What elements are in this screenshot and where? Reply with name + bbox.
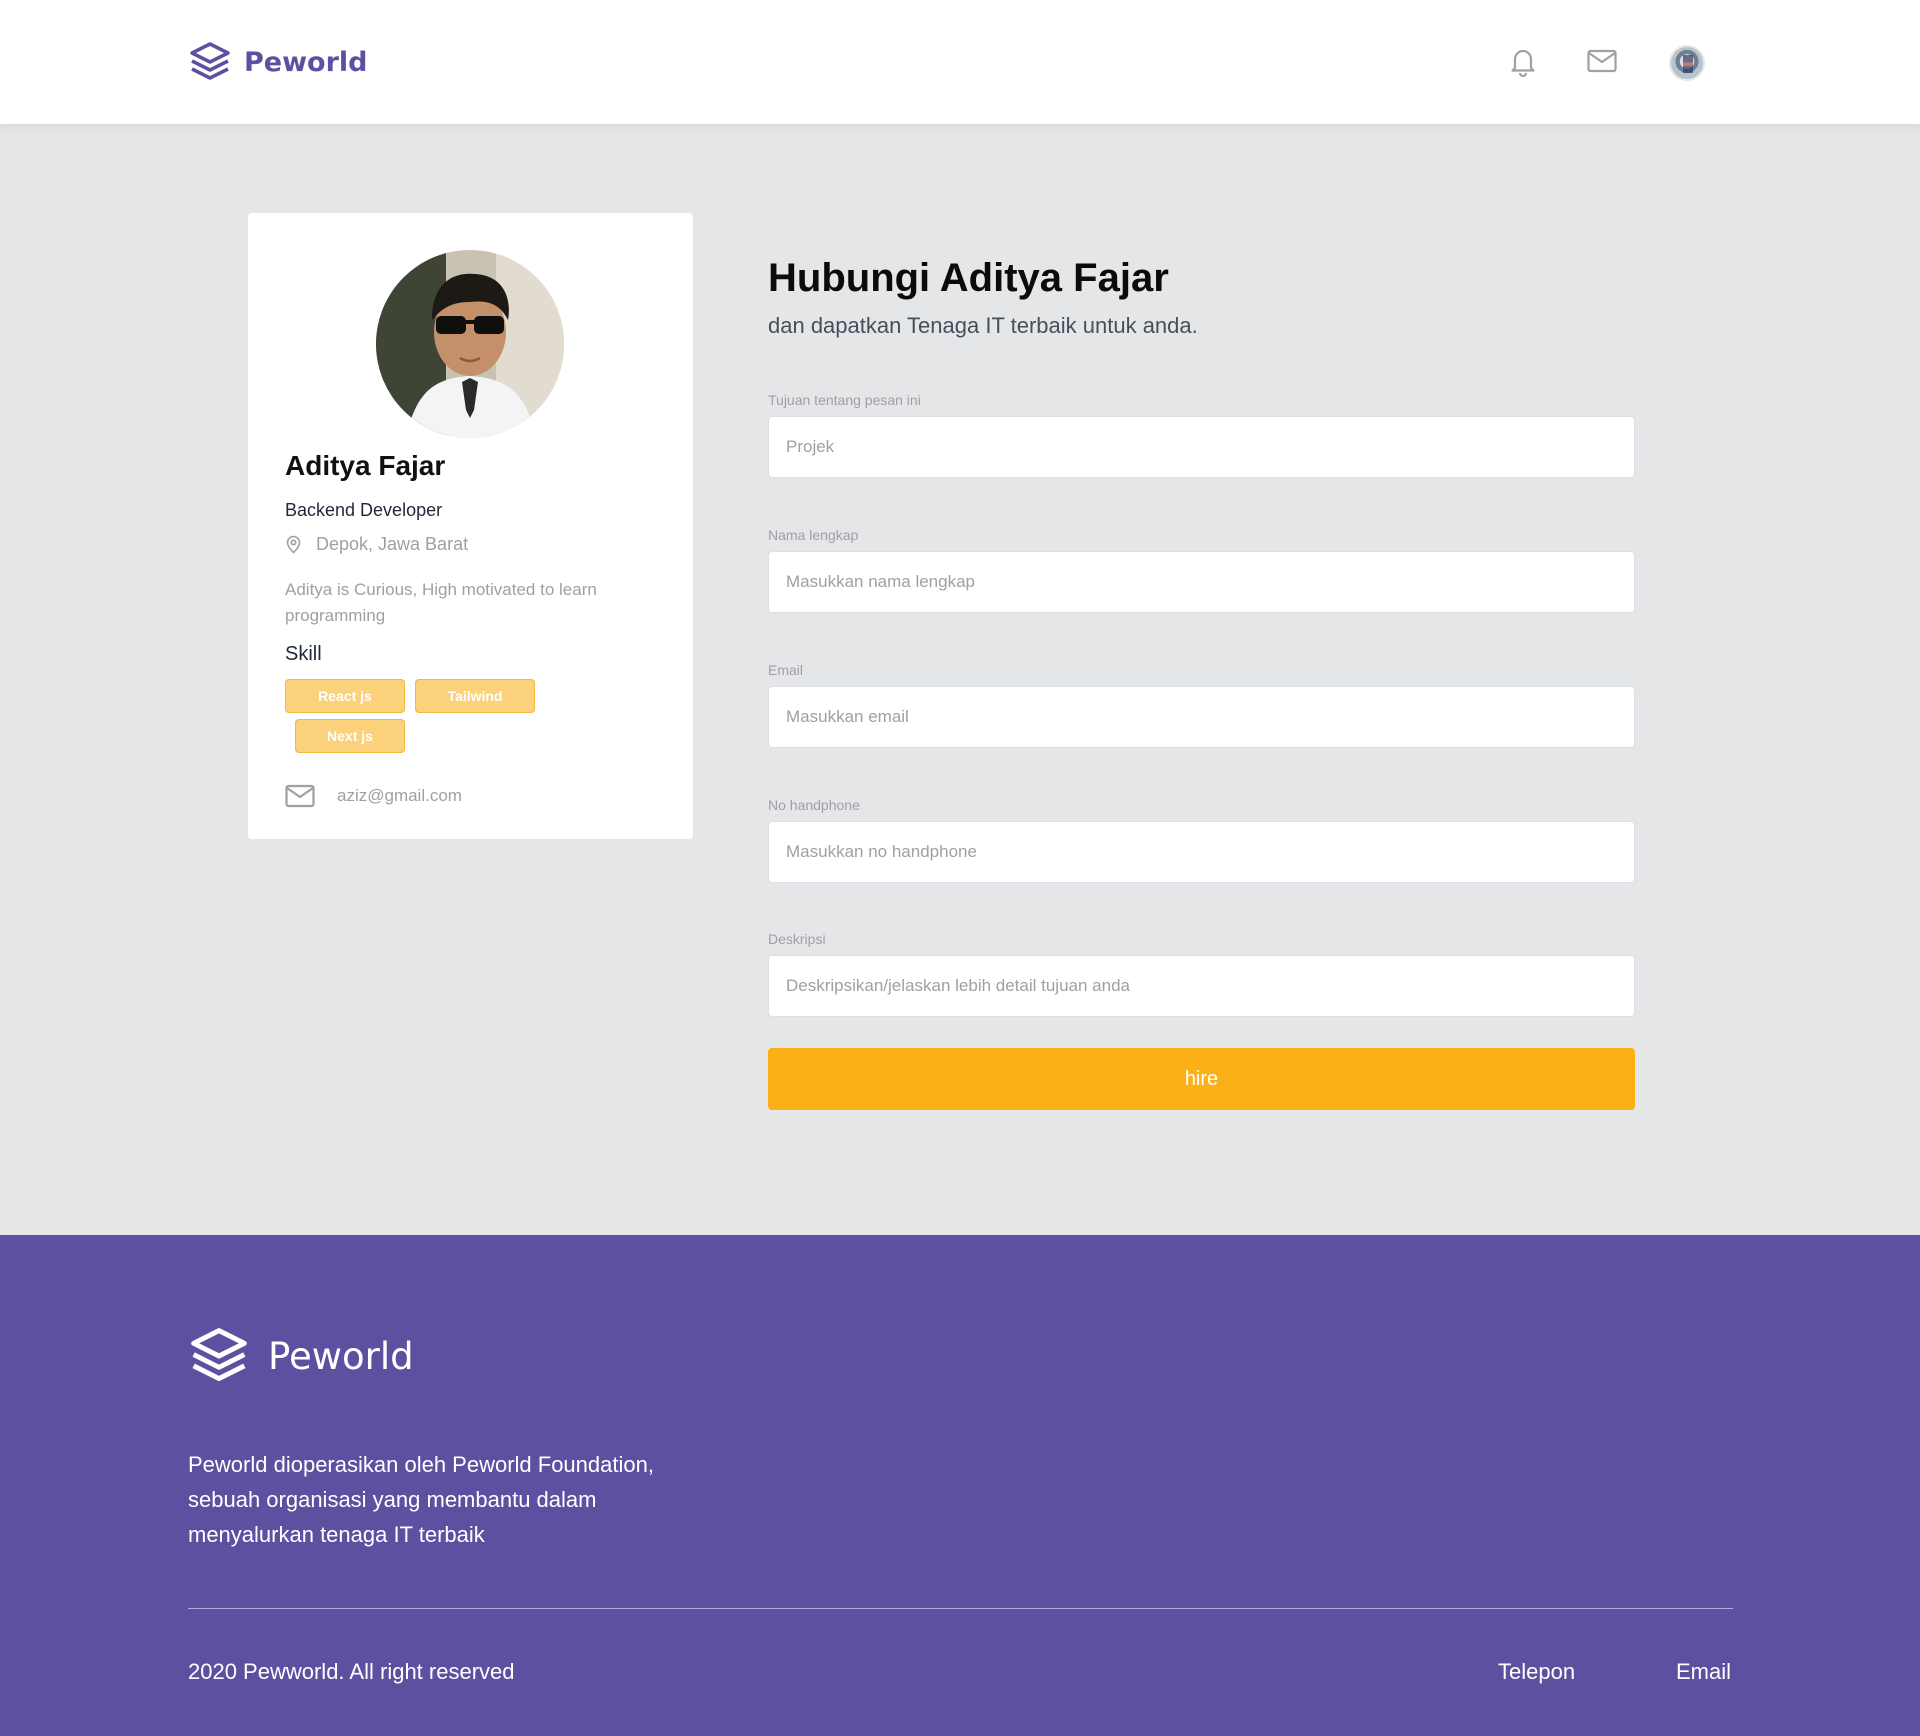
purpose-input[interactable] <box>768 416 1635 478</box>
footer-copyright: 2020 Pewworld. All right reserved <box>188 1659 515 1684</box>
skill-heading: Skill <box>285 643 322 665</box>
purpose-label: Tujuan tentang pesan ini <box>768 392 921 408</box>
brand-logo[interactable]: Peworld <box>188 40 368 84</box>
brand-name: Peworld <box>244 46 368 78</box>
profile-location-text: Depok, Jawa Barat <box>316 534 469 554</box>
email-input[interactable] <box>768 686 1635 748</box>
profile-role: Backend Developer <box>285 500 443 520</box>
mail-icon <box>285 784 315 808</box>
map-pin-icon <box>286 535 301 554</box>
layers-stack-icon <box>190 42 230 80</box>
fullname-label: Nama lengkap <box>768 527 859 543</box>
user-avatar[interactable] <box>1669 45 1705 81</box>
profile-card: Aditya Fajar Backend Developer Depok, Ja… <box>248 213 693 839</box>
skill-chip[interactable]: Next js <box>295 719 405 753</box>
profile-email: aziz@gmail.com <box>285 784 462 808</box>
footer-divider <box>188 1608 1733 1609</box>
profile-email-text: aziz@gmail.com <box>337 786 462 805</box>
footer-brand-name: Peworld <box>268 1334 414 1378</box>
description-label: Deskripsi <box>768 931 826 947</box>
top-navbar: Peworld <box>0 0 1920 124</box>
footer: Peworld Peworld dioperasikan oleh Peworl… <box>0 1235 1920 1736</box>
footer-description: Peworld dioperasikan oleh Peworld Founda… <box>188 1452 654 1547</box>
profile-location: Depok, Jawa Barat <box>285 534 468 555</box>
profile-description: Aditya is Curious, High motivated to lea… <box>285 580 597 625</box>
description-input[interactable] <box>768 955 1635 1017</box>
profile-name: Aditya Fajar <box>285 450 446 481</box>
skill-chip[interactable]: Tailwind <box>415 679 535 713</box>
footer-link-email[interactable]: Email <box>1676 1659 1731 1685</box>
layers-stack-icon <box>191 1328 247 1382</box>
footer-link-telepon[interactable]: Telepon <box>1498 1659 1575 1685</box>
hire-button[interactable]: hire <box>768 1048 1635 1110</box>
mail-icon[interactable] <box>1585 44 1619 78</box>
profile-photo <box>376 250 564 438</box>
bell-icon[interactable] <box>1506 44 1540 78</box>
form-title: Hubungi Aditya Fajar <box>768 256 1169 300</box>
footer-brand-logo[interactable]: Peworld <box>188 1325 414 1387</box>
form-subtitle: dan dapatkan Tenaga IT terbaik untuk and… <box>768 313 1198 338</box>
fullname-input[interactable] <box>768 551 1635 613</box>
phone-input[interactable] <box>768 821 1635 883</box>
skill-chip[interactable]: React js <box>285 679 405 713</box>
email-label: Email <box>768 662 804 678</box>
phone-label: No handphone <box>768 797 860 813</box>
